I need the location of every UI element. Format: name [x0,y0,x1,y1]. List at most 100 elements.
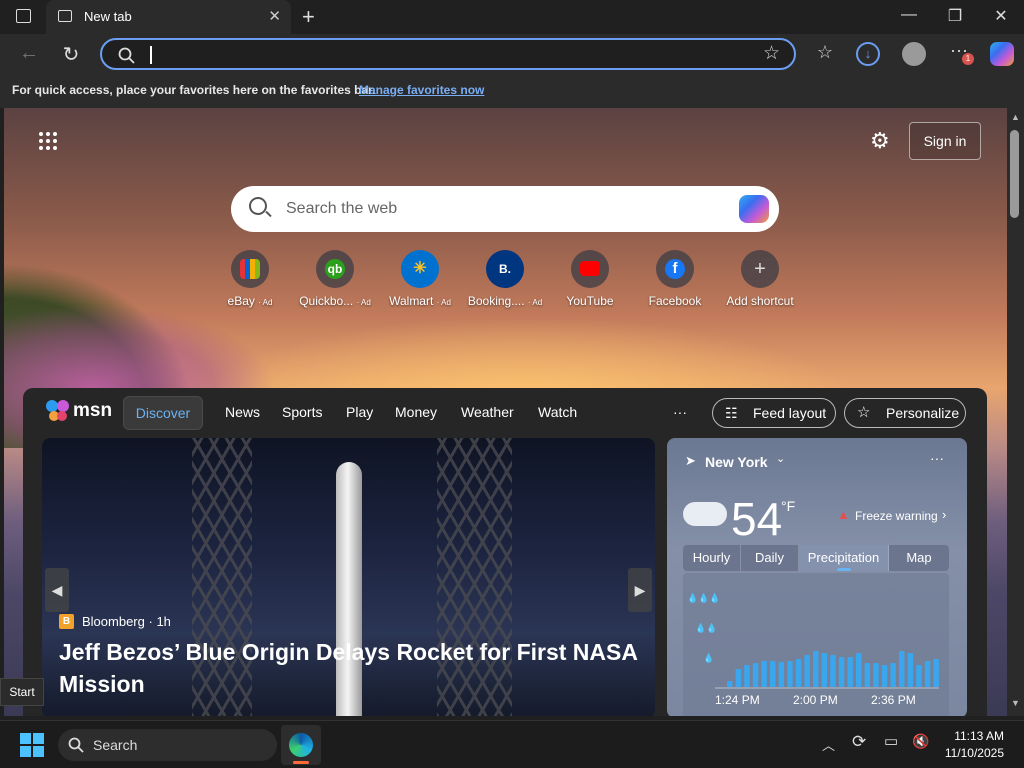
new-tab-button[interactable]: + [302,4,315,30]
windows-start-icon[interactable] [20,733,44,757]
hero-news-card[interactable]: ◀ ▶ B Bloomberg · 1h Jeff Bezos’ Blue Or… [42,438,655,716]
page-scrollbar[interactable]: ▲ ▼ [1007,108,1024,716]
weather-card[interactable]: ➤ New York ⌄ ··· 54 °F ▲ Freeze warning … [667,438,967,716]
page-settings-gear-icon[interactable]: ⚙ [870,128,890,154]
title-bar: New tab ✕ + — ❐ ✕ [0,0,1024,34]
tab-play[interactable]: Play [346,404,373,420]
web-search-box[interactable]: Search the web [231,186,779,232]
precip-bar [856,653,862,687]
ebay-bag-icon [240,259,260,279]
favorites-icon[interactable]: ☆ [812,42,838,63]
article-source: Bloomberg · 1h [82,614,171,629]
chevron-right-icon[interactable]: › [942,507,946,522]
close-window-button[interactable]: ✕ [986,6,1016,26]
show-hidden-icons-chevron[interactable]: ︿ [822,735,835,754]
weather-tab-daily[interactable]: Daily [741,545,799,571]
display-icon[interactable]: ▭ [884,732,898,750]
ad-label: · Ad [258,298,273,307]
precip-bar [916,665,922,687]
copilot-icon[interactable] [739,195,769,223]
shortcut-label: Add shortcut [726,294,794,308]
weather-city[interactable]: New York [705,454,768,470]
scroll-thumb[interactable] [1010,130,1019,218]
tab-money[interactable]: Money [395,404,437,420]
shortcut-quickbooks[interactable]: qb Quickbo... · Ad [293,250,377,308]
x-axis-label: 2:36 PM [871,693,916,707]
more-tabs-icon[interactable]: ··· [673,404,687,420]
start-tooltip: Start [0,678,44,706]
tab-sports[interactable]: Sports [282,404,322,420]
tab-weather[interactable]: Weather [461,404,514,420]
shortcut-youtube[interactable]: YouTube [548,250,632,308]
volume-muted-icon[interactable]: 🔇 [912,733,929,750]
shortcut-ebay[interactable]: eBay · Ad [208,250,292,308]
sparkle-star-icon: ☆ [857,404,871,421]
clock-time[interactable]: 11:13 AM [954,729,1004,743]
shortcut-booking[interactable]: B. Booking.... · Ad [463,250,547,308]
tab-news[interactable]: News [225,404,260,420]
restore-button[interactable]: ❐ [940,6,970,26]
shortcut-facebook[interactable]: f Facebook [633,250,717,308]
shortcut-walmart[interactable]: ✳ Walmart · Ad [378,250,462,308]
weather-tab-map[interactable]: Map [889,545,949,571]
msn-logo-text: msn [73,400,113,421]
precip-bar [933,659,939,687]
active-app-indicator [293,761,309,764]
sign-in-button[interactable]: Sign in [909,122,981,160]
youtube-icon [580,261,600,276]
msn-logo[interactable]: msn [45,396,135,426]
profile-avatar[interactable] [902,42,926,66]
shortcut-label: Facebook [648,294,702,308]
apps-launcher-icon[interactable] [39,132,59,152]
shortcut-add[interactable]: + Add shortcut [718,250,802,308]
ad-label: · Ad [527,298,543,307]
tab-new-tab[interactable]: New tab ✕ [46,0,291,34]
favorites-bar-message: For quick access, place your favorites h… [12,83,376,97]
cloud-icon [683,502,727,526]
clock-date[interactable]: 11/10/2025 [945,746,1004,760]
feed-layout-button[interactable]: ☷ Feed layout [712,398,836,428]
refresh-button[interactable]: ↻ [58,42,84,67]
weather-tabs: Hourly Daily Precipitation Map [683,545,949,571]
scroll-down-arrow[interactable]: ▼ [1011,698,1020,708]
shortcut-label: Booking.... [467,294,525,308]
minimize-button[interactable]: — [894,6,924,24]
tab-close-icon[interactable]: ✕ [268,7,281,25]
sync-icon[interactable]: ⟳ [852,732,866,752]
tab-actions-icon[interactable] [16,9,31,23]
weather-tab-hourly[interactable]: Hourly [683,545,741,571]
taskbar-search[interactable]: Search [58,729,277,761]
precipitation-chart: 💧💧💧 💧💧 💧 1:24 PM 2:00 PM 2:36 PM [683,573,949,716]
search-icon [249,197,267,215]
precip-bar [787,661,793,687]
carousel-next-button[interactable]: ▶ [628,568,652,612]
precip-bar [821,653,828,687]
edge-taskbar-button[interactable] [281,725,321,765]
manage-favorites-link[interactable]: Manage favorites now [359,83,484,97]
personalize-label: Personalize [886,405,960,421]
tab-discover[interactable]: Discover [123,396,203,430]
bloomberg-source-icon: B [59,614,74,629]
back-button[interactable]: ← [16,42,42,65]
personalize-button[interactable]: ☆ Personalize [844,398,966,428]
copilot-icon[interactable] [990,42,1014,66]
downloads-icon[interactable]: ↓ [856,42,880,66]
precip-bar [847,657,853,687]
active-tab-indicator [837,568,851,571]
precip-bar [890,663,896,687]
ad-label: · Ad [436,298,451,307]
x-axis-label: 1:24 PM [715,693,760,707]
precip-bar [752,663,759,687]
article-headline[interactable]: Jeff Bezos’ Blue Origin Delays Rocket fo… [59,636,649,700]
freeze-warning[interactable]: Freeze warning [855,509,938,523]
tab-watch[interactable]: Watch [538,404,577,420]
address-bar[interactable]: ☆ [100,38,796,70]
scroll-up-arrow[interactable]: ▲ [1011,112,1020,122]
carousel-prev-button[interactable]: ◀ [45,568,69,612]
favorite-star-icon[interactable]: ☆ [763,42,780,65]
precip-bar [813,651,819,687]
chevron-down-icon[interactable]: ⌄ [776,452,785,465]
booking-icon: B. [499,262,511,276]
weather-more-icon[interactable]: ··· [930,450,944,466]
precip-bar [830,655,836,687]
